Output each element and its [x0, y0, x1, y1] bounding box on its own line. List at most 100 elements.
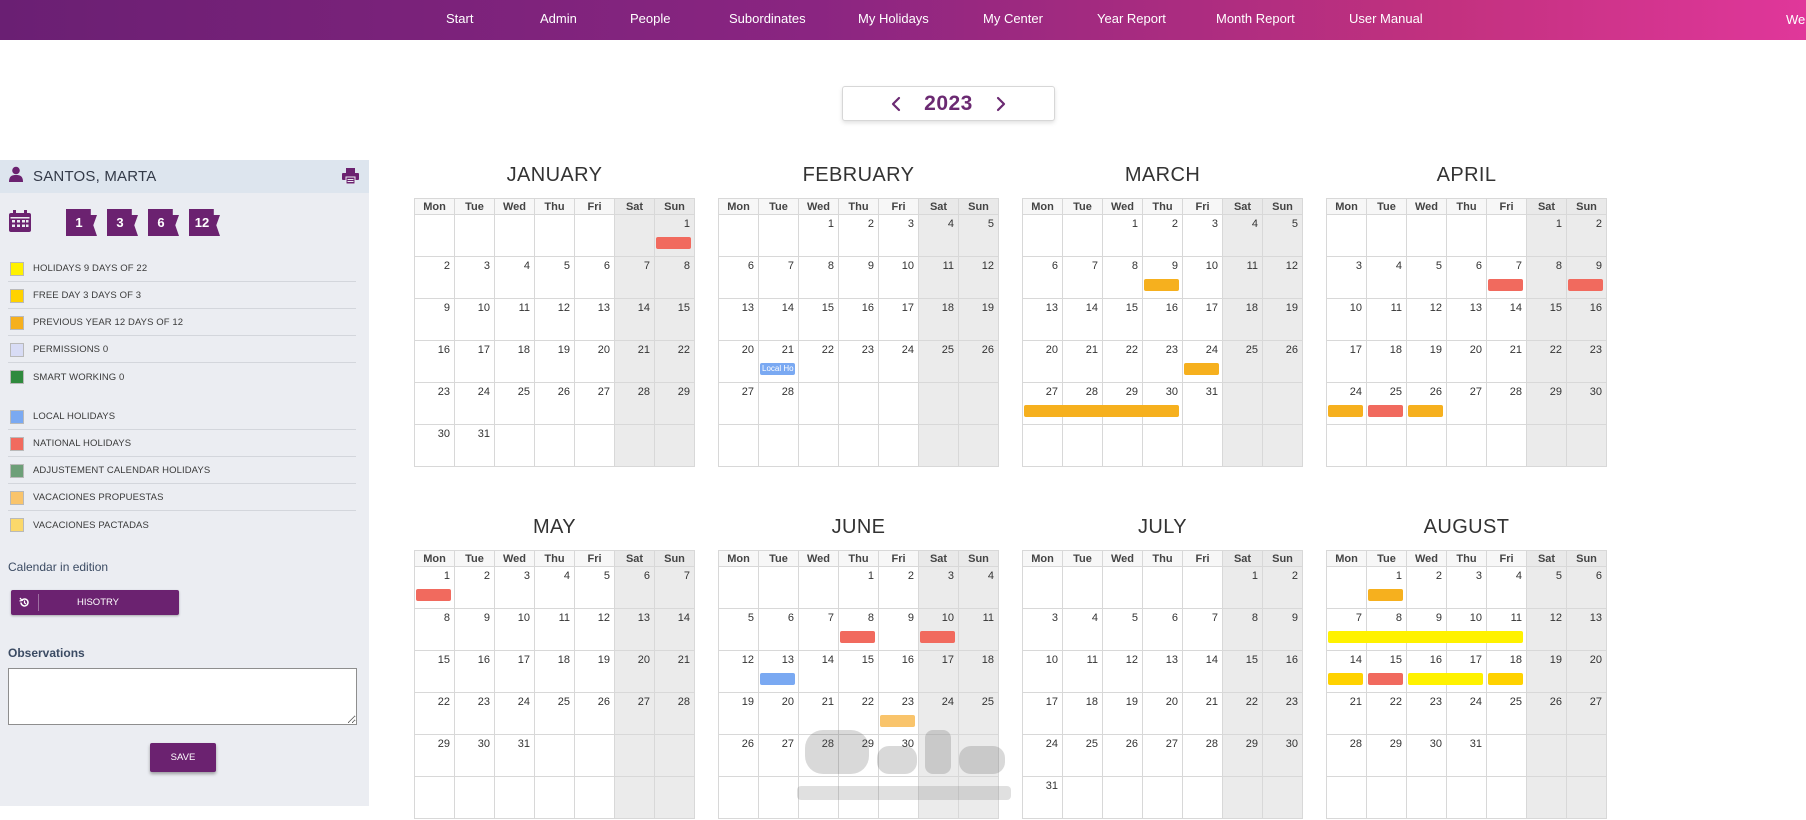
day-cell[interactable]: 13	[1566, 608, 1607, 651]
day-cell[interactable]: 2	[414, 256, 455, 299]
day-cell[interactable]	[758, 214, 799, 257]
day-cell[interactable]: 10	[1446, 608, 1487, 651]
nav-item-month-report[interactable]: Month Report	[1216, 11, 1295, 26]
day-cell[interactable]: 3	[454, 256, 495, 299]
day-cell[interactable]: 3	[1182, 214, 1223, 257]
day-cell[interactable]: 8	[1366, 608, 1407, 651]
day-cell[interactable]: 24	[1446, 692, 1487, 735]
day-cell[interactable]: 29	[654, 382, 695, 425]
day-cell[interactable]	[918, 424, 959, 467]
nav-item-user-manual[interactable]: User Manual	[1349, 11, 1423, 26]
day-cell[interactable]: 5	[718, 608, 759, 651]
day-cell[interactable]	[1406, 214, 1447, 257]
day-cell[interactable]: 26	[1102, 734, 1143, 777]
day-cell[interactable]	[1566, 776, 1607, 819]
day-cell[interactable]: 6	[614, 566, 655, 609]
day-cell[interactable]	[574, 424, 615, 467]
event-national[interactable]	[1568, 279, 1603, 291]
day-cell[interactable]: 26	[1262, 340, 1303, 383]
event-national[interactable]	[1368, 673, 1403, 685]
day-cell[interactable]: 27	[718, 382, 759, 425]
day-cell[interactable]	[1022, 214, 1063, 257]
day-cell[interactable]	[1182, 566, 1223, 609]
day-cell[interactable]	[1182, 424, 1223, 467]
day-cell[interactable]	[1326, 776, 1367, 819]
event-previous-year[interactable]	[1144, 279, 1179, 291]
day-cell[interactable]: 14	[1062, 298, 1103, 341]
day-cell[interactable]: 20	[574, 340, 615, 383]
day-cell[interactable]: 22	[414, 692, 455, 735]
day-cell[interactable]: 5	[1262, 214, 1303, 257]
day-cell[interactable]	[798, 566, 839, 609]
event-local[interactable]: Local Ho	[760, 363, 795, 375]
day-cell[interactable]: 8	[654, 256, 695, 299]
day-cell[interactable]	[1526, 734, 1567, 777]
chevron-left-icon[interactable]	[884, 92, 908, 116]
day-cell[interactable]: 12	[1102, 650, 1143, 693]
day-cell[interactable]: 4	[1486, 566, 1527, 609]
day-cell[interactable]	[1262, 382, 1303, 425]
day-cell[interactable]	[838, 776, 879, 819]
day-cell[interactable]: 28	[1326, 734, 1367, 777]
day-cell[interactable]	[1102, 566, 1143, 609]
day-cell[interactable]: 26	[1526, 692, 1567, 735]
day-cell[interactable]: 23	[838, 340, 879, 383]
day-cell[interactable]	[918, 734, 959, 777]
day-cell[interactable]: 1	[1366, 566, 1407, 609]
day-cell[interactable]: 25	[918, 340, 959, 383]
day-cell[interactable]: 25	[1222, 340, 1263, 383]
day-cell[interactable]: 9	[1142, 256, 1183, 299]
event-previous-year[interactable]	[1408, 405, 1443, 417]
day-cell[interactable]: 9	[414, 298, 455, 341]
day-cell[interactable]: 25	[1366, 382, 1407, 425]
nav-item-my-center[interactable]: My Center	[983, 11, 1043, 26]
day-cell[interactable]: 13	[574, 298, 615, 341]
day-cell[interactable]: 30	[454, 734, 495, 777]
day-cell[interactable]	[1446, 776, 1487, 819]
event-previous-year[interactable]	[1024, 405, 1179, 417]
day-cell[interactable]: 25	[1062, 734, 1103, 777]
day-cell[interactable]: 21	[1062, 340, 1103, 383]
day-cell[interactable]: 11	[534, 608, 575, 651]
event-free-day[interactable]	[1488, 673, 1523, 685]
day-cell[interactable]	[718, 566, 759, 609]
day-cell[interactable]: 24	[878, 340, 919, 383]
day-cell[interactable]: 18	[1366, 340, 1407, 383]
nav-item-my-holidays[interactable]: My Holidays	[858, 11, 929, 26]
day-cell[interactable]: 12	[1406, 298, 1447, 341]
day-cell[interactable]: 11	[494, 298, 535, 341]
day-cell[interactable]: 31	[454, 424, 495, 467]
day-cell[interactable]: 6	[718, 256, 759, 299]
day-cell[interactable]: 18	[1222, 298, 1263, 341]
save-button[interactable]: SAVE	[150, 743, 216, 772]
day-cell[interactable]	[494, 776, 535, 819]
day-cell[interactable]: 6	[1566, 566, 1607, 609]
day-cell[interactable]: 9	[838, 256, 879, 299]
day-cell[interactable]	[1262, 424, 1303, 467]
day-cell[interactable]: 28	[1062, 382, 1103, 425]
day-cell[interactable]: 21	[1182, 692, 1223, 735]
observations-input[interactable]	[8, 668, 357, 725]
day-cell[interactable]: 30	[1262, 734, 1303, 777]
day-cell[interactable]: 20	[1566, 650, 1607, 693]
day-cell[interactable]: 14	[1182, 650, 1223, 693]
day-cell[interactable]	[1526, 424, 1567, 467]
day-cell[interactable]: 8	[414, 608, 455, 651]
day-cell[interactable]	[798, 776, 839, 819]
nav-item-start[interactable]: Start	[446, 11, 473, 26]
event-national[interactable]	[1368, 405, 1403, 417]
day-cell[interactable]: 27	[614, 692, 655, 735]
day-cell[interactable]: 8	[1222, 608, 1263, 651]
day-cell[interactable]: 5	[574, 566, 615, 609]
day-cell[interactable]: 5	[1526, 566, 1567, 609]
day-cell[interactable]: 1	[414, 566, 455, 609]
day-cell[interactable]: 1	[1222, 566, 1263, 609]
day-cell[interactable]: 18	[1062, 692, 1103, 735]
day-cell[interactable]: 17	[1326, 340, 1367, 383]
day-cell[interactable]: 15	[414, 650, 455, 693]
day-cell[interactable]	[718, 424, 759, 467]
day-cell[interactable]	[1486, 214, 1527, 257]
day-cell[interactable]	[1446, 214, 1487, 257]
day-cell[interactable]: 24	[1326, 382, 1367, 425]
day-cell[interactable]	[614, 424, 655, 467]
